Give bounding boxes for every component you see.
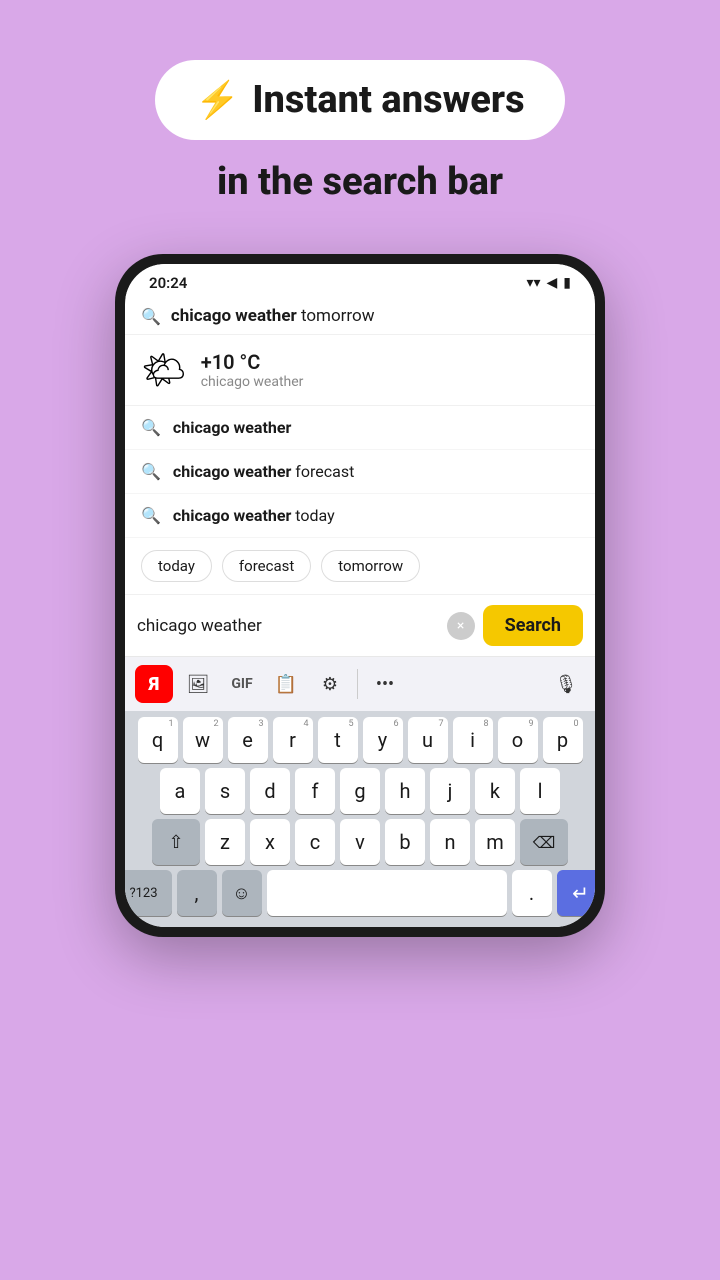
- key-row-1: 1q 2w 3e 4r 5t 6y 7u 8i 9o 0p: [129, 717, 591, 763]
- phone-mockup: 20:24 ▾▾ ◀ ▮ 🔍 chicago weather tomorrow …: [115, 254, 605, 937]
- key-c[interactable]: c: [295, 819, 335, 865]
- key-p[interactable]: 0p: [543, 717, 583, 763]
- key-row-3: ⇧ z x c v b n m ⌫: [129, 819, 591, 865]
- weather-location: chicago weather: [201, 374, 304, 390]
- clear-button[interactable]: ×: [447, 612, 475, 640]
- key-h[interactable]: h: [385, 768, 425, 814]
- key-row-2: a s d f g h j k l: [129, 768, 591, 814]
- mic-icon[interactable]: 🎙: [547, 665, 585, 703]
- key-x[interactable]: x: [250, 819, 290, 865]
- search-input[interactable]: chicago weather: [137, 616, 439, 636]
- signal-icon: ◀: [547, 275, 558, 291]
- suggestion-text-3: chicago weather today: [173, 506, 335, 525]
- key-s[interactable]: s: [205, 768, 245, 814]
- subtitle-text: in the search bar: [217, 160, 503, 204]
- suggestion-text-1: chicago weather: [173, 418, 291, 437]
- battery-icon: ▮: [563, 275, 571, 291]
- status-bar: 20:24 ▾▾ ◀ ▮: [125, 264, 595, 298]
- key-m[interactable]: m: [475, 819, 515, 865]
- search-icon-s2: 🔍: [141, 462, 161, 481]
- search-icon-s1: 🔍: [141, 418, 161, 437]
- suggestion-item-3[interactable]: 🔍 chicago weather today: [125, 494, 595, 538]
- search-query: chicago weather tomorrow: [171, 306, 375, 326]
- weather-info: +10 °C chicago weather: [201, 350, 304, 390]
- more-icon[interactable]: •••: [366, 665, 404, 703]
- yandex-icon[interactable]: Я: [135, 665, 173, 703]
- key-o[interactable]: 9o: [498, 717, 538, 763]
- key-k[interactable]: k: [475, 768, 515, 814]
- instant-badge: ⚡ Instant answers: [155, 60, 564, 140]
- phone-screen: 20:24 ▾▾ ◀ ▮ 🔍 chicago weather tomorrow …: [125, 264, 595, 927]
- gif-button[interactable]: GIF: [223, 665, 261, 703]
- emoji-key[interactable]: ☺: [222, 870, 262, 916]
- chip-tomorrow[interactable]: tomorrow: [321, 550, 420, 582]
- keyboard-toolbar: Я 🖼 GIF 📋 ⚙ ••• 🎙: [125, 657, 595, 711]
- key-e[interactable]: 3e: [228, 717, 268, 763]
- clipboard-icon[interactable]: 📋: [267, 665, 305, 703]
- suggestion-item-1[interactable]: 🔍 chicago weather: [125, 406, 595, 450]
- period-key[interactable]: .: [512, 870, 552, 916]
- header-section: ⚡ Instant answers in the search bar: [155, 0, 564, 204]
- chip-forecast[interactable]: forecast: [222, 550, 311, 582]
- key-v[interactable]: v: [340, 819, 380, 865]
- key-b[interactable]: b: [385, 819, 425, 865]
- enter-key[interactable]: ↵: [557, 870, 596, 916]
- keyboard: 1q 2w 3e 4r 5t 6y 7u 8i 9o 0p a s d f g …: [125, 711, 595, 927]
- weather-emoji: 🌤: [141, 349, 187, 391]
- search-icon-s3: 🔍: [141, 506, 161, 525]
- key-d[interactable]: d: [250, 768, 290, 814]
- space-key[interactable]: [267, 870, 507, 916]
- key-t[interactable]: 5t: [318, 717, 358, 763]
- settings-icon[interactable]: ⚙: [311, 665, 349, 703]
- comma-key[interactable]: ,: [177, 870, 217, 916]
- shift-key[interactable]: ⇧: [152, 819, 200, 865]
- key-g[interactable]: g: [340, 768, 380, 814]
- key-u[interactable]: 7u: [408, 717, 448, 763]
- numbers-switch-key[interactable]: ?123: [125, 870, 172, 916]
- backspace-key[interactable]: ⌫: [520, 819, 568, 865]
- suggestion-item-2[interactable]: 🔍 chicago weather forecast: [125, 450, 595, 494]
- bolt-icon: ⚡: [195, 79, 240, 121]
- search-input-row[interactable]: chicago weather × Search: [125, 595, 595, 657]
- search-button[interactable]: Search: [483, 605, 583, 646]
- chips-row: today forecast tomorrow: [125, 538, 595, 595]
- instant-title: Instant answers: [252, 78, 524, 122]
- query-light: tomorrow: [297, 306, 375, 326]
- key-w[interactable]: 2w: [183, 717, 223, 763]
- status-icons: ▾▾ ◀ ▮: [526, 275, 571, 291]
- status-time: 20:24: [149, 274, 187, 292]
- key-r[interactable]: 4r: [273, 717, 313, 763]
- suggestion-text-2: chicago weather forecast: [173, 462, 354, 481]
- key-row-4: ?123 , ☺ . ↵: [129, 870, 591, 916]
- chip-today[interactable]: today: [141, 550, 212, 582]
- sticker-icon[interactable]: 🖼: [179, 665, 217, 703]
- wifi-icon: ▾▾: [526, 275, 540, 291]
- key-i[interactable]: 8i: [453, 717, 493, 763]
- search-icon: 🔍: [141, 307, 161, 326]
- key-n[interactable]: n: [430, 819, 470, 865]
- toolbar-divider: [357, 669, 358, 699]
- search-bar-top[interactable]: 🔍 chicago weather tomorrow: [125, 298, 595, 335]
- key-z[interactable]: z: [205, 819, 245, 865]
- query-bold: chicago weather: [171, 306, 297, 326]
- key-y[interactable]: 6y: [363, 717, 403, 763]
- weather-temp: +10 °C: [201, 350, 304, 374]
- weather-result-card: 🌤 +10 °C chicago weather: [125, 335, 595, 406]
- key-a[interactable]: a: [160, 768, 200, 814]
- key-j[interactable]: j: [430, 768, 470, 814]
- key-q[interactable]: 1q: [138, 717, 178, 763]
- key-l[interactable]: l: [520, 768, 560, 814]
- key-f[interactable]: f: [295, 768, 335, 814]
